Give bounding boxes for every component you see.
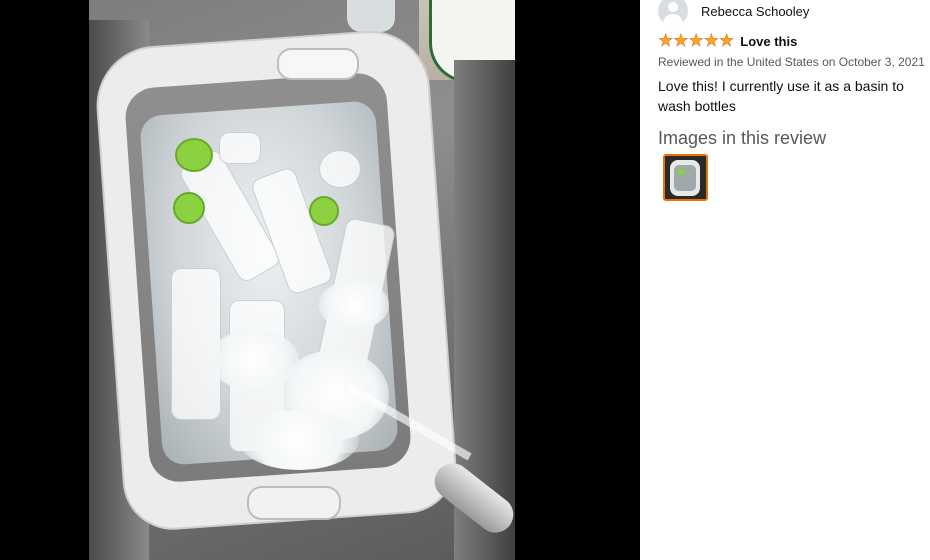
review-image-thumbnail[interactable]: [663, 154, 708, 201]
photo-foam: [319, 280, 389, 330]
default-profile-icon: [658, 0, 688, 26]
photo-bottle-cap: [319, 150, 361, 188]
image-viewer: [0, 0, 640, 560]
photo-bottle: [171, 268, 221, 420]
review-date: Reviewed in the United States on October…: [658, 55, 925, 69]
photo-foam: [239, 410, 359, 470]
star-filled-icon: ★: [688, 31, 704, 51]
review-panel: Rebecca Schooley ★ ★ ★ ★ ★ Love this Reviewe…: [640, 0, 930, 560]
photo-green-nipple: [309, 196, 339, 226]
photo-cup: [347, 0, 395, 32]
star-filled-icon: ★: [719, 31, 735, 51]
photo-basin-handle-top: [277, 48, 359, 80]
review-photo: [89, 0, 515, 560]
photo-green-nipple: [173, 192, 205, 224]
star-filled-icon: ★: [658, 31, 674, 51]
photo-bottle-cap: [219, 132, 261, 164]
star-filled-icon: ★: [673, 31, 689, 51]
reviewer-profile[interactable]: Rebecca Schooley: [658, 0, 810, 26]
star-rating: ★ ★ ★ ★ ★: [658, 31, 735, 51]
reviewer-name: Rebecca Schooley: [701, 3, 810, 19]
images-section-heading: Images in this review: [658, 128, 827, 148]
star-filled-icon: ★: [703, 31, 719, 51]
review-rating-row: ★ ★ ★ ★ ★ Love this: [658, 31, 798, 51]
photo-basin-handle-bottom: [247, 486, 341, 520]
photo-green-nipple: [175, 138, 213, 172]
review-title: Love this: [740, 33, 798, 49]
review-body: Love this! I currently use it as a basin…: [658, 78, 904, 114]
